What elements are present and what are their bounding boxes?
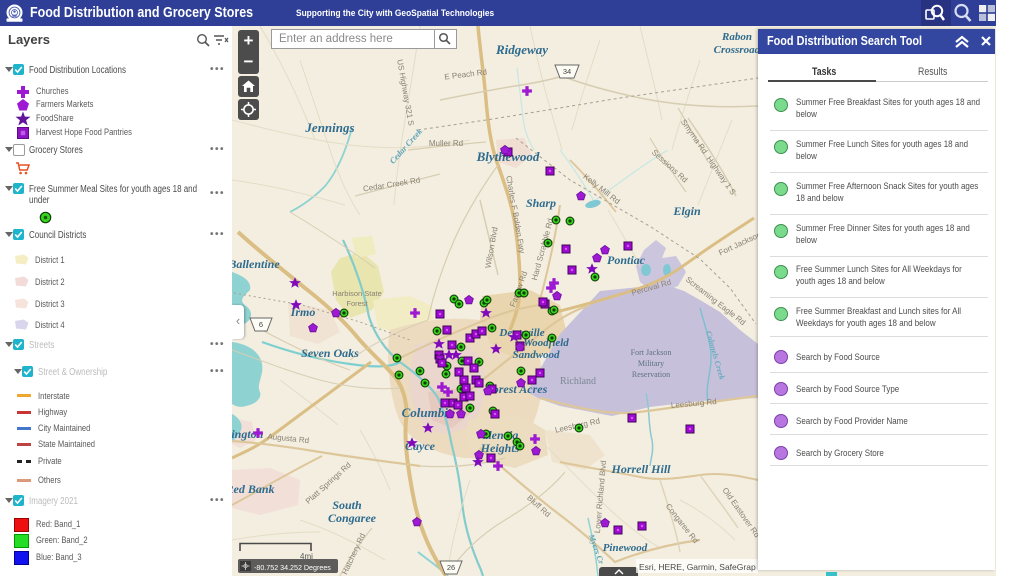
svg-text:26: 26 [447, 563, 455, 572]
svg-text:Pontiac: Pontiac [607, 253, 646, 267]
svg-text:Elgin: Elgin [672, 204, 701, 218]
svg-text:Congaree: Congaree [328, 511, 377, 525]
svg-text:Richland: Richland [560, 376, 596, 387]
svg-text:34: 34 [563, 67, 571, 76]
svg-text:Red Bank: Red Bank [232, 482, 275, 496]
svg-text:Forest: Forest [346, 299, 368, 308]
svg-text:Woodfield: Woodfield [523, 337, 569, 349]
svg-text:Reservation: Reservation [632, 370, 670, 379]
svg-text:Jennings: Jennings [304, 120, 354, 135]
svg-text:Crossroads: Crossroads [714, 44, 765, 56]
svg-text:Military: Military [638, 359, 664, 368]
svg-text:Seven Oaks: Seven Oaks [301, 346, 359, 360]
svg-text:Sharp: Sharp [526, 196, 556, 210]
svg-text:Fort Jackson: Fort Jackson [631, 348, 672, 357]
svg-text:Ballentine: Ballentine [232, 257, 280, 271]
svg-text:Rabon: Rabon [721, 31, 752, 43]
svg-text:South: South [332, 498, 362, 512]
svg-text:Harbison State: Harbison State [332, 289, 382, 298]
svg-text:Pinewood: Pinewood [603, 542, 648, 554]
svg-text:Horrell Hill: Horrell Hill [610, 462, 671, 476]
svg-text:Muller Rd: Muller Rd [429, 139, 463, 148]
svg-text:6: 6 [259, 320, 263, 329]
svg-text:Ridgeway: Ridgeway [495, 42, 548, 57]
